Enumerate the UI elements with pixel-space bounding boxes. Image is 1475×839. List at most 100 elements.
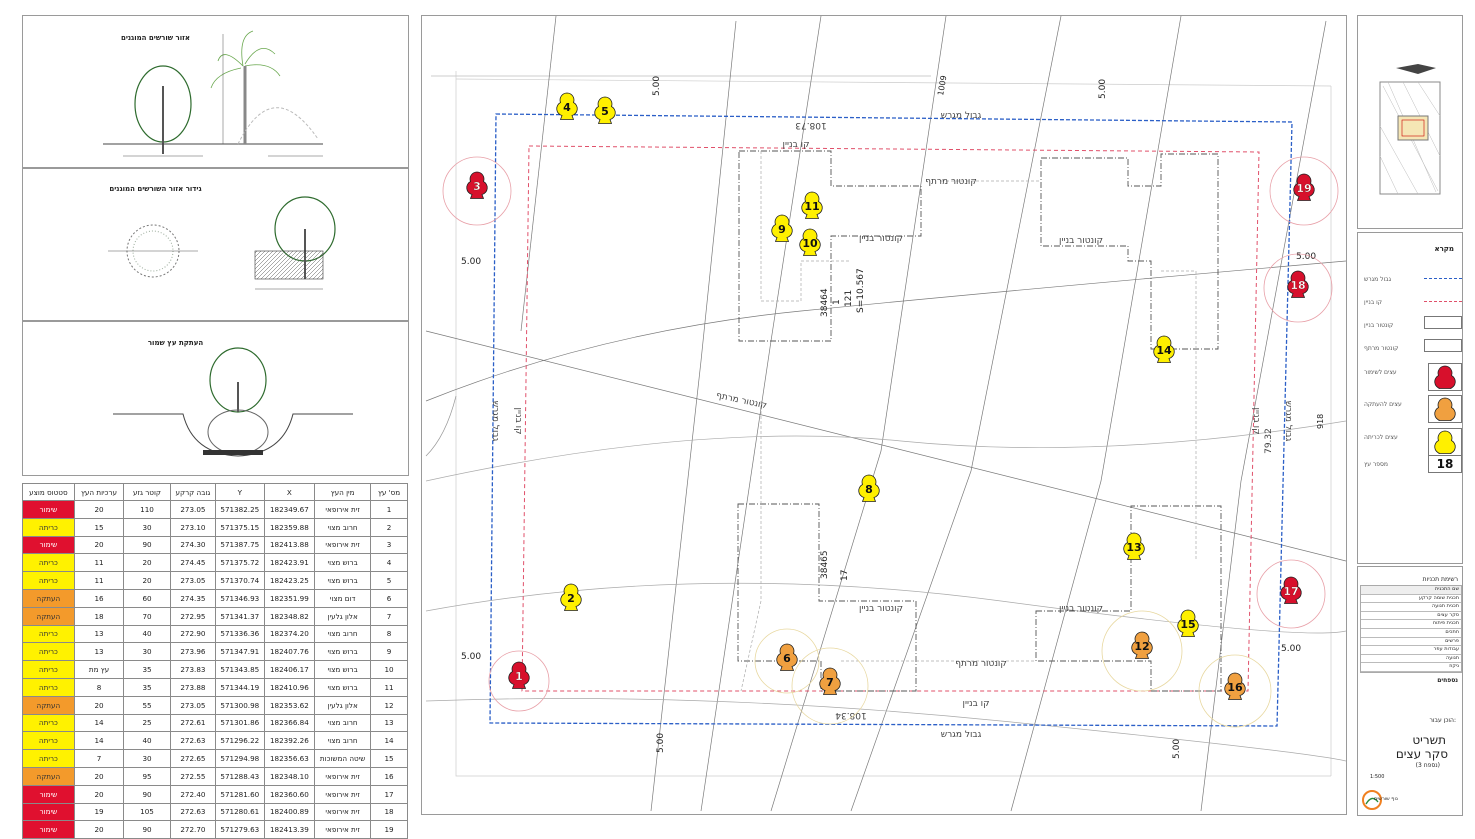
parcel-label-1b: 1 (832, 299, 842, 305)
key-plan (1357, 15, 1463, 229)
parcel-label-1: 38464 (820, 288, 830, 317)
table-cell: 274.30 (169, 535, 217, 555)
company-name: נוף שורשים (1374, 796, 1398, 802)
tree-number: 6 (783, 652, 791, 665)
table-cell: 18 (73, 606, 125, 626)
table-cell: 571343.85 (215, 660, 265, 679)
legend-label: קונטור בניין (1364, 322, 1394, 329)
legend-swatch: 18 (1428, 455, 1462, 473)
col-header: מס' עץ (370, 483, 408, 501)
table-cell: 30 (123, 517, 171, 537)
table-cell: 20 (73, 766, 125, 786)
tree-marker-8[interactable]: 8 (858, 474, 880, 502)
building-contour-2: קונטור בניין (1059, 236, 1103, 246)
tree-number: 10 (802, 237, 818, 250)
table-cell: 20 (123, 553, 171, 573)
table-cell: חרוב מצוי (314, 624, 372, 644)
table-row: 4 ברוש מצוי 182423.91 571375.72 274.45 20 11 כר… (22, 553, 408, 573)
table-cell: זית אירופאי (314, 802, 372, 822)
tree-marker-6[interactable]: 6 (776, 643, 798, 671)
tree-marker-16[interactable]: 16 (1224, 672, 1246, 700)
table-cell: 25 (123, 713, 171, 733)
tree-marker-14[interactable]: 14 (1153, 335, 1175, 363)
table-cell: זית אירופאי (314, 766, 372, 786)
building-contour-1: קונטור בניין (859, 234, 903, 244)
detail-panel-transplant: העתקת עץ שמור (22, 321, 409, 476)
table-cell: 14 (73, 731, 125, 751)
table-cell: 5 (370, 571, 408, 590)
legend-item: עצים להעתקה (1360, 395, 1466, 423)
tree-marker-1[interactable]: 1 (508, 661, 530, 689)
table-row: 2 חרוב מצוי 182359.88 571375.15 273.10 30 15 כר… (22, 517, 408, 537)
table-cell: 273.05 (169, 500, 217, 519)
table-cell: 95 (123, 766, 171, 786)
legend-item: מספר עץ 18 (1360, 455, 1466, 481)
tree-marker-3[interactable]: 3 (466, 171, 488, 199)
elevation-label-2: 918 (1316, 414, 1325, 429)
tree-marker-9[interactable]: 9 (771, 214, 793, 242)
table-cell: 90 (123, 784, 171, 804)
table-cell: 182407.76 (263, 642, 316, 662)
drawing-sub: (נספח 3) (1415, 762, 1440, 769)
table-cell: 7 (73, 749, 125, 768)
table-row: 15 שיטה המשוכות 182356.63 571294.98 272.65 30… (22, 749, 408, 768)
tree-marker-4[interactable]: 4 (556, 92, 578, 120)
tree-marker-11[interactable]: 11 (801, 191, 823, 219)
tree-marker-17[interactable]: 17 (1280, 576, 1302, 604)
legend-label: קונטור מרתף (1364, 345, 1399, 352)
tree-number: 18 (1290, 279, 1305, 292)
tree-icon (1434, 365, 1456, 389)
tree-number: 11 (804, 200, 819, 213)
drawing-name: סקר עצים (1395, 747, 1448, 761)
street-label-right: גבול מגרש (1283, 401, 1293, 442)
table-cell: 35 (123, 677, 171, 697)
table-cell: עץ מת (73, 660, 125, 679)
transplant-illustration (113, 347, 353, 457)
table-cell: אלון גלעין (314, 606, 372, 626)
tree-marker-5[interactable]: 5 (594, 96, 616, 124)
table-cell: 10 (370, 660, 408, 679)
table-cell: 273.88 (169, 677, 217, 697)
tree-marker-15[interactable]: 15 (1177, 609, 1199, 637)
table-cell: ברוש מצוי (314, 571, 372, 590)
table-cell: 30 (123, 749, 171, 768)
tree-marker-18[interactable]: 18 (1287, 270, 1309, 298)
site-plan-svg: גבול מגרש גבול מגרש קו בניין קו בניין קו… (425, 16, 1346, 812)
table-cell: 3 (370, 535, 408, 555)
scale: 1:500 (1370, 774, 1385, 780)
status-badge: שימור (22, 802, 75, 822)
table-row: 12 אלון גלעין 182353.62 571300.98 273.05 55 20… (22, 695, 408, 715)
table-cell: 272.90 (169, 624, 217, 644)
drawing-list-item: סקר עצים (1361, 612, 1461, 621)
table-cell: 272.63 (169, 731, 217, 751)
status-badge: כריתה (22, 571, 75, 590)
build-line-top: קו בניין (783, 140, 810, 150)
drawings-list-header: שם התכנית (1361, 586, 1461, 595)
table-cell: 6 (370, 588, 408, 608)
tree-marker-2[interactable]: 2 (560, 583, 582, 611)
table-cell: 571300.98 (215, 695, 265, 715)
tree-number: 5 (601, 105, 609, 118)
prepared-by: הוכן עבור: (1429, 717, 1456, 724)
table-cell: 274.45 (169, 553, 217, 573)
tree-marker-12[interactable]: 12 (1131, 631, 1153, 659)
building-contour-4: קונטור בניין (1059, 604, 1103, 614)
table-cell: 182351.99 (263, 588, 316, 608)
table-cell: 35 (123, 660, 171, 679)
tree-number: 3 (473, 180, 481, 193)
tree-number: 17 (1283, 585, 1298, 598)
tree-number: 2 (567, 592, 575, 605)
tree-marker-10[interactable]: 10 (799, 228, 821, 256)
table-cell: 8 (370, 624, 408, 644)
tree-marker-13[interactable]: 13 (1123, 532, 1145, 560)
parcel-label-1c: 121 (844, 290, 854, 307)
table-cell: 60 (123, 588, 171, 608)
notes-title: נספחים (1437, 677, 1458, 684)
table-cell: 55 (123, 695, 171, 715)
drawing-list-item: תכנית פיתוח (1361, 620, 1461, 629)
table-cell: 2 (370, 517, 408, 537)
tree-number: 13 (1126, 541, 1141, 554)
table-cell: 571382.25 (215, 500, 265, 519)
table-cell: 273.10 (169, 517, 217, 537)
table-cell: 13 (73, 624, 125, 644)
